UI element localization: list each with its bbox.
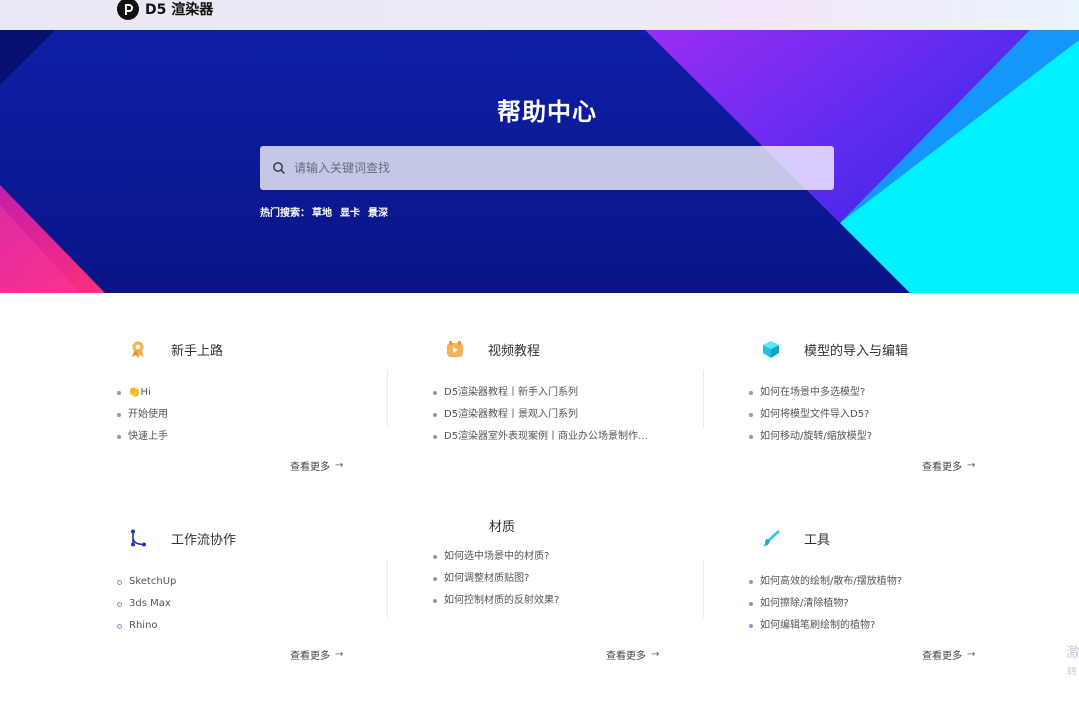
logo-text: D5 渲染器: [145, 2, 214, 18]
section-workflow-header[interactable]: 工作流协作: [127, 527, 236, 549]
d5-logo[interactable]: D5 渲染器: [117, 0, 213, 20]
arrow-right-icon: →: [967, 460, 976, 471]
list-item[interactable]: 如何控制材质的反射效果?: [433, 590, 559, 612]
video-icon: [444, 338, 466, 360]
list-item[interactable]: Rhino: [117, 615, 176, 637]
divider: [387, 560, 388, 618]
bullet: [117, 413, 121, 417]
section-tools-list: 如何高效的绘制/散布/摆放植物? 如何擦除/清除植物? 如何编辑笔刷绘制的植物?: [749, 571, 902, 637]
bullet: [117, 391, 121, 395]
list-item[interactable]: 如何将模型文件导入D5?: [749, 404, 872, 426]
bullet: [749, 391, 753, 395]
search-input[interactable]: [294, 161, 814, 175]
bullet: [433, 413, 437, 417]
list-item[interactable]: 👏Hi: [117, 382, 168, 404]
list-item[interactable]: 如何擦除/清除植物?: [749, 593, 902, 615]
arrow-right-icon: →: [335, 649, 344, 660]
award-icon: [127, 338, 149, 360]
d5-logo-icon: [117, 0, 139, 20]
section-model-import-header[interactable]: 模型的导入与编辑: [760, 338, 908, 360]
section-material-header[interactable]: 材质: [489, 516, 515, 535]
section-tools-header[interactable]: 工具: [760, 527, 830, 549]
bullet: [749, 580, 753, 584]
bullet: [749, 602, 753, 606]
section-title: 模型的导入与编辑: [804, 343, 909, 359]
brush-icon: [760, 527, 782, 549]
bullet: [433, 577, 437, 581]
search-icon: [273, 162, 285, 174]
divider: [703, 560, 704, 618]
search-bar[interactable]: [260, 146, 834, 190]
hot-keyword-gpu[interactable]: 显卡: [340, 204, 360, 219]
bullet: [749, 624, 753, 628]
page-title: 帮助中心: [497, 98, 597, 126]
bullet: [433, 391, 437, 395]
view-more-link[interactable]: 查看更多 →: [290, 647, 343, 662]
list-item[interactable]: 如何移动/旋转/缩放模型?: [749, 426, 872, 448]
bullet: [117, 435, 121, 439]
arrow-right-icon: →: [651, 649, 660, 660]
bullet: [749, 435, 753, 439]
section-material-list: 如何选中场景中的材质? 如何调整材质贴图? 如何控制材质的反射效果?: [433, 546, 559, 612]
list-item[interactable]: 如何调整材质贴图?: [433, 568, 559, 590]
section-workflow-list: SketchUp 3ds Max Rhino: [117, 571, 176, 637]
hot-search: 热门搜索： 草地 显卡 景深: [260, 204, 388, 219]
view-more-link[interactable]: 查看更多 →: [922, 647, 975, 662]
bullet: [433, 555, 437, 559]
list-item[interactable]: 如何选中场景中的材质?: [433, 546, 559, 568]
list-item[interactable]: D5渲染器教程丨新手入门系列: [433, 382, 648, 404]
workflow-icon: [127, 527, 149, 549]
divider: [387, 370, 388, 428]
view-more-link[interactable]: 查看更多 →: [290, 458, 343, 473]
bullet: [117, 601, 122, 607]
section-title: 工具: [804, 532, 831, 548]
section-video-header[interactable]: 视频教程: [444, 338, 540, 360]
list-item[interactable]: SketchUp: [117, 571, 176, 593]
arrow-right-icon: →: [335, 460, 344, 471]
view-more-link[interactable]: 查看更多 →: [922, 458, 975, 473]
section-getting-started-list: 👏Hi 开始使用 快速上手: [117, 382, 168, 448]
bullet: [117, 579, 122, 585]
cube-icon: [760, 338, 782, 360]
bullet: [433, 435, 437, 439]
section-model-import-list: 如何在场景中多选模型? 如何将模型文件导入D5? 如何移动/旋转/缩放模型?: [749, 382, 872, 448]
list-item[interactable]: 3ds Max: [117, 593, 176, 615]
view-more-link[interactable]: 查看更多 →: [606, 647, 659, 662]
bullet: [117, 623, 122, 629]
list-item[interactable]: 如何高效的绘制/散布/摆放植物?: [749, 571, 902, 593]
section-title: 材质: [489, 520, 516, 535]
top-bar: D5 渲染器: [0, 0, 1079, 30]
list-item[interactable]: 如何编辑笔刷绘制的植物?: [749, 615, 902, 637]
watermark: 转: [1067, 667, 1077, 678]
list-item[interactable]: 如何在场景中多选模型?: [749, 382, 872, 404]
section-getting-started-header[interactable]: 新手上路: [127, 338, 223, 360]
arrow-right-icon: →: [967, 649, 976, 660]
hot-search-label: 热门搜索：: [260, 208, 310, 219]
hot-keyword-grass[interactable]: 草地: [312, 204, 332, 219]
bullet: [749, 413, 753, 417]
hero-banner: 帮助中心 热门搜索： 草地 显卡 景深: [0, 30, 1079, 293]
list-item[interactable]: 快速上手: [117, 426, 168, 448]
section-title: 工作流协作: [171, 532, 237, 548]
list-item[interactable]: D5渲染器教程丨景观入门系列: [433, 404, 648, 426]
list-item[interactable]: 开始使用: [117, 404, 168, 426]
section-title: 新手上路: [171, 343, 224, 359]
hot-keyword-dof[interactable]: 景深: [368, 204, 388, 219]
section-title: 视频教程: [488, 343, 541, 359]
section-video-list: D5渲染器教程丨新手入门系列 D5渲染器教程丨景观入门系列 D5渲染器室外表现案…: [433, 382, 648, 448]
list-item[interactable]: D5渲染器室外表现案例丨商业办公场景制作…: [433, 426, 648, 448]
bullet: [433, 599, 437, 603]
divider: [703, 370, 704, 428]
watermark: 激: [1066, 645, 1079, 661]
